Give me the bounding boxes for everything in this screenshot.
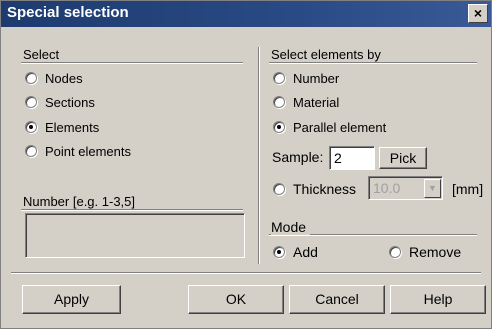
radio-elements-icon (25, 121, 37, 133)
cancel-button[interactable]: Cancel (289, 285, 385, 314)
radio-sections-label: Sections (45, 94, 95, 110)
radio-by-number-icon (273, 72, 285, 84)
radio-elements[interactable]: Elements (25, 118, 99, 136)
radio-remove-label: Remove (409, 244, 462, 260)
radio-remove[interactable]: Remove (389, 243, 461, 261)
vertical-divider (258, 47, 260, 264)
close-icon: × (473, 5, 483, 21)
radio-by-number-label: Number (293, 70, 340, 86)
select-group-line (21, 62, 243, 64)
radio-by-parallel-element-label: Parallel element (293, 119, 387, 135)
radio-sections-icon (25, 96, 37, 108)
ok-button[interactable]: OK (188, 285, 284, 314)
number-group-label: Number [e.g. 1-3,5] (23, 194, 139, 209)
bottom-separator (11, 272, 481, 274)
radio-by-material[interactable]: Material (273, 93, 339, 111)
number-group-line (21, 209, 243, 211)
radio-point-elements-label: Point elements (45, 143, 131, 159)
close-button[interactable]: × (468, 4, 488, 23)
radio-thickness-label: Thickness (293, 181, 357, 197)
sample-input[interactable]: 2 (329, 146, 375, 170)
radio-by-material-icon (273, 96, 285, 108)
pick-button[interactable]: Pick (379, 147, 427, 169)
select-group-label: Select (23, 47, 64, 62)
radio-remove-icon (389, 246, 401, 258)
radio-elements-label: Elements (45, 119, 100, 135)
special-selection-dialog: Special selection × Select Nodes Section… (0, 0, 492, 329)
radio-thickness-icon (273, 183, 285, 195)
radio-thickness[interactable]: Thickness (273, 180, 356, 198)
radio-by-material-label: Material (293, 94, 340, 110)
radio-nodes[interactable]: Nodes (25, 69, 83, 87)
thickness-unit-label: [mm] (452, 181, 484, 197)
radio-point-elements[interactable]: Point elements (25, 142, 131, 160)
sample-label: Sample: (272, 149, 324, 165)
number-field[interactable] (25, 213, 245, 258)
dialog-title: Special selection (7, 4, 129, 21)
select-by-group-label: Select elements by (271, 47, 385, 62)
radio-sections[interactable]: Sections (25, 93, 95, 111)
radio-nodes-icon (25, 72, 37, 84)
radio-add[interactable]: Add (273, 243, 318, 261)
title-bar[interactable]: Special selection × (1, 1, 491, 27)
select-by-group-line (269, 62, 477, 64)
apply-button[interactable]: Apply (22, 285, 121, 314)
radio-point-elements-icon (25, 145, 37, 157)
radio-by-parallel-element-icon (273, 121, 285, 133)
radio-add-icon (273, 246, 285, 258)
radio-add-label: Add (293, 244, 318, 260)
help-button[interactable]: Help (390, 285, 486, 314)
radio-nodes-label: Nodes (45, 70, 83, 86)
radio-by-number[interactable]: Number (273, 69, 339, 87)
mode-group-label: Mode (271, 219, 311, 235)
chevron-down-icon[interactable]: ▼ (424, 179, 441, 198)
radio-by-parallel-element[interactable]: Parallel element (273, 118, 386, 136)
